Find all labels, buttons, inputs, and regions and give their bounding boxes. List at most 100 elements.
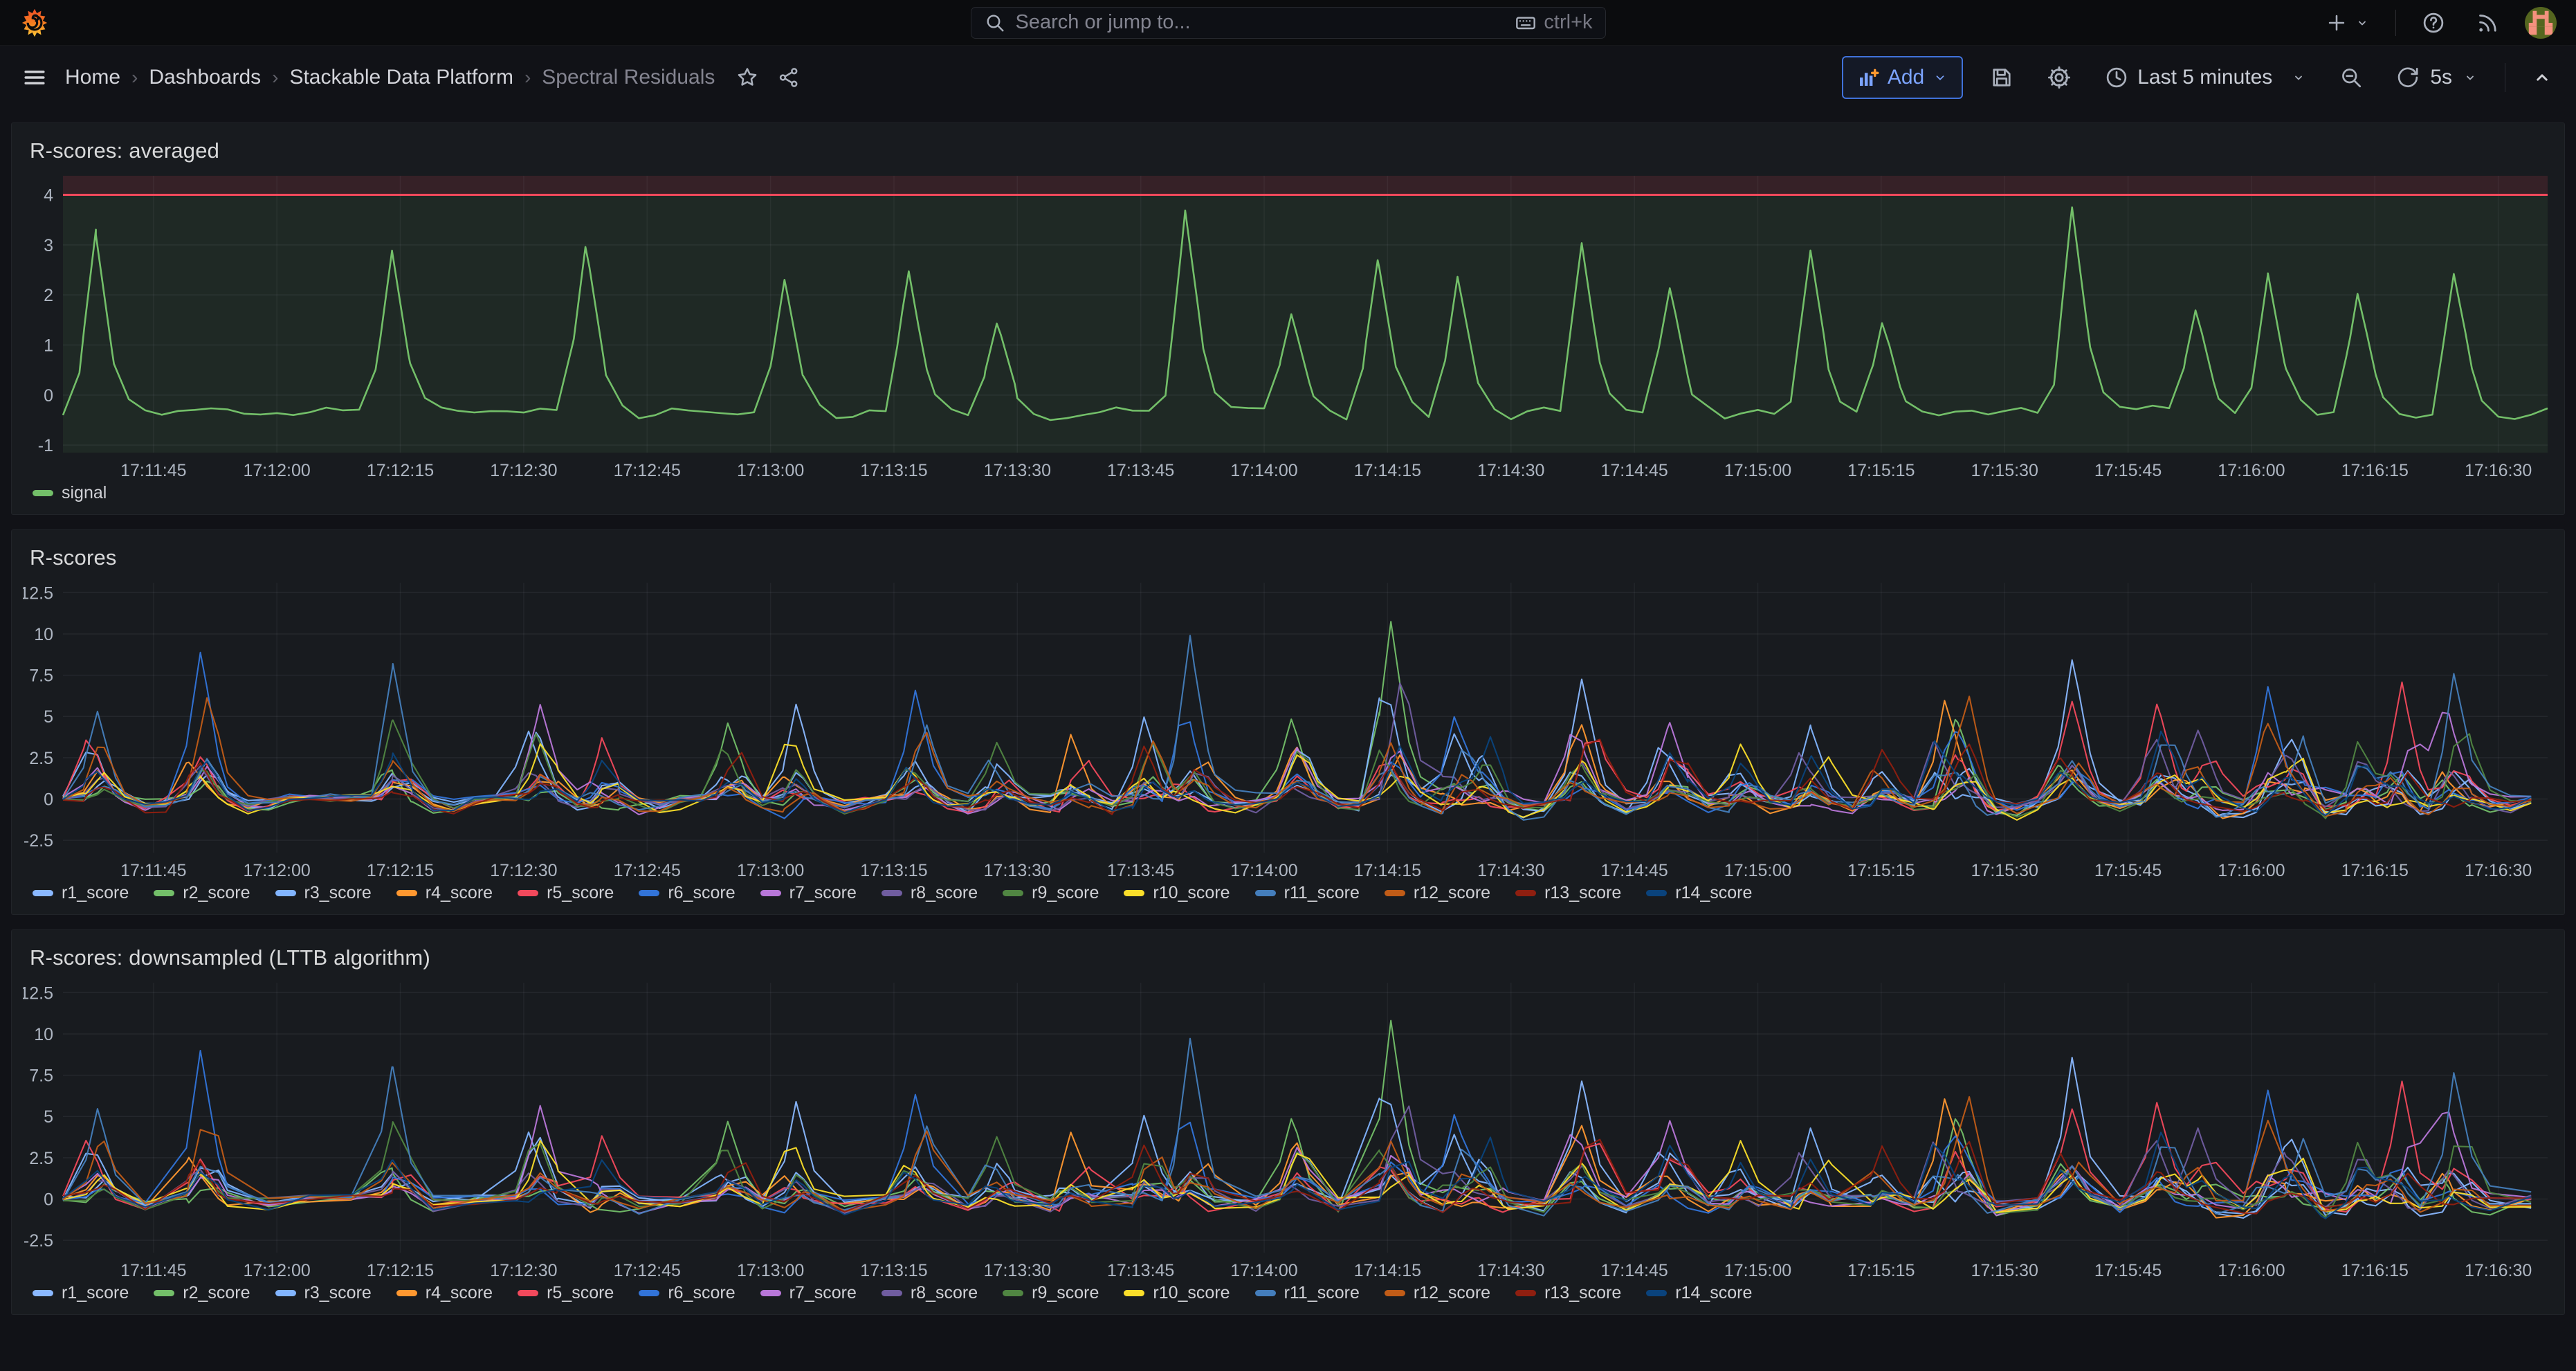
panel-title[interactable]: R-scores: averaged — [23, 133, 2553, 166]
panel-rscores: R-scores 12.5107.552.50-2.517:11:4517:12… — [11, 529, 2565, 915]
x-tick-label: 17:11:45 — [120, 1261, 186, 1280]
legend-label: r14_score — [1675, 1283, 1752, 1303]
breadcrumb-item[interactable]: Home — [65, 66, 120, 89]
new-button[interactable] — [2321, 7, 2375, 39]
legend-item[interactable]: r2_score — [154, 883, 250, 903]
x-tick-label: 17:15:15 — [1847, 1261, 1915, 1280]
time-series-chart[interactable]: 12.5107.552.50-2.517:11:4517:12:0017:12:… — [23, 583, 2555, 882]
legend-item[interactable]: r14_score — [1646, 883, 1752, 903]
legend-item[interactable]: r5_score — [518, 1283, 614, 1303]
x-tick-label: 17:16:30 — [2465, 461, 2532, 480]
panel-title[interactable]: R-scores: downsampled (LTTB algorithm) — [23, 940, 2553, 973]
legend-label: r2_score — [183, 883, 250, 903]
zoom-out-button[interactable] — [2333, 60, 2369, 96]
refresh-picker[interactable]: 5s — [2390, 60, 2484, 96]
legend-item[interactable]: r7_score — [760, 1283, 857, 1303]
legend-item[interactable]: r3_score — [275, 883, 372, 903]
legend-item[interactable]: r1_score — [33, 1283, 129, 1303]
legend-item[interactable]: r13_score — [1515, 883, 1621, 903]
dashboard-toolbar: Home›Dashboards›Stackable Data Platform›… — [0, 46, 2576, 109]
x-tick-label: 17:13:45 — [1107, 1261, 1174, 1280]
legend-item[interactable]: r3_score — [275, 1283, 372, 1303]
legend-swatch — [881, 1290, 902, 1296]
legend-swatch — [760, 1290, 781, 1296]
legend-item[interactable]: r12_score — [1385, 1283, 1490, 1303]
legend-item[interactable]: r11_score — [1255, 883, 1360, 903]
time-range-picker[interactable]: Last 5 minutes — [2099, 60, 2312, 96]
avatar[interactable] — [2525, 7, 2557, 39]
legend-item[interactable]: r9_score — [1003, 883, 1099, 903]
legend-label: r3_score — [304, 883, 372, 903]
legend-swatch — [1124, 1290, 1144, 1296]
legend-swatch — [639, 1290, 659, 1296]
favorite-button[interactable] — [736, 66, 759, 89]
legend-item[interactable]: r12_score — [1385, 883, 1490, 903]
x-tick-label: 17:13:30 — [984, 1261, 1051, 1280]
save-dashboard-button[interactable] — [1984, 60, 2020, 96]
collapse-toolbar-button[interactable] — [2526, 62, 2558, 93]
legend-item[interactable]: r13_score — [1515, 1283, 1621, 1303]
legend-item[interactable]: r6_score — [639, 1283, 735, 1303]
dashboard-settings-button[interactable] — [2040, 59, 2078, 96]
legend-item[interactable]: signal — [33, 483, 107, 503]
x-tick-label: 17:15:30 — [1971, 461, 2038, 480]
legend-item[interactable]: r2_score — [154, 1283, 250, 1303]
legend-item[interactable]: r4_score — [396, 1283, 493, 1303]
breadcrumb-item[interactable]: Stackable Data Platform — [289, 66, 513, 89]
help-icon — [2421, 10, 2446, 35]
x-tick-label: 17:12:15 — [367, 461, 434, 480]
search-input[interactable]: Search or jump to... ctrl+k — [971, 7, 1606, 39]
legend-item[interactable]: r6_score — [639, 883, 735, 903]
x-tick-label: 17:12:30 — [490, 461, 557, 480]
news-button[interactable] — [2471, 6, 2504, 39]
x-tick-label: 17:13:45 — [1107, 861, 1174, 880]
legend-item[interactable]: r10_score — [1124, 883, 1230, 903]
legend-item[interactable]: r8_score — [881, 883, 978, 903]
series-line-r11_score — [63, 635, 2531, 820]
mega-menu-button[interactable] — [18, 61, 51, 94]
x-tick-label: 17:15:30 — [1971, 861, 2038, 880]
legend-item[interactable]: r14_score — [1646, 1283, 1752, 1303]
legend-swatch — [33, 1290, 53, 1296]
legend-swatch — [275, 890, 296, 896]
series-line-r9_score — [63, 1122, 2531, 1217]
y-tick-label: -2.5 — [24, 1231, 53, 1251]
legend-label: r9_score — [1032, 1283, 1099, 1303]
clock-icon — [2104, 65, 2129, 90]
legend-label: r10_score — [1153, 1283, 1230, 1303]
x-tick-label: 17:14:30 — [1477, 861, 1544, 880]
search-icon — [984, 12, 1006, 34]
legend-item[interactable]: r5_score — [518, 883, 614, 903]
legend-label: r4_score — [426, 1283, 493, 1303]
time-series-chart[interactable]: 43210-117:11:4517:12:0017:12:1517:12:301… — [23, 176, 2555, 482]
add-panel-button[interactable]: Add — [1842, 56, 1963, 99]
y-tick-label: 5 — [44, 1107, 53, 1127]
legend-item[interactable]: r1_score — [33, 883, 129, 903]
legend-item[interactable]: r9_score — [1003, 1283, 1099, 1303]
x-tick-label: 17:15:00 — [1724, 861, 1791, 880]
time-series-chart[interactable]: 12.5107.552.50-2.517:11:4517:12:0017:12:… — [23, 983, 2555, 1282]
x-tick-label: 17:12:30 — [490, 861, 557, 880]
legend-label: r11_score — [1284, 1283, 1360, 1303]
legend-item[interactable]: r11_score — [1255, 1283, 1360, 1303]
panel-title[interactable]: R-scores — [23, 540, 2553, 573]
add-panel-icon — [1857, 66, 1879, 89]
x-tick-label: 17:14:00 — [1230, 461, 1297, 480]
breadcrumb-item[interactable]: Dashboards — [149, 66, 261, 89]
legend-item[interactable]: r8_score — [881, 1283, 978, 1303]
chevron-down-icon — [2290, 69, 2307, 86]
x-tick-label: 17:14:45 — [1600, 1261, 1668, 1280]
help-button[interactable] — [2417, 6, 2450, 39]
legend-swatch — [154, 890, 174, 896]
y-tick-label: 10 — [34, 625, 53, 644]
x-tick-label: 17:15:15 — [1847, 861, 1915, 880]
legend-item[interactable]: r7_score — [760, 883, 857, 903]
x-tick-label: 17:12:45 — [614, 1261, 681, 1280]
legend-item[interactable]: r10_score — [1124, 1283, 1230, 1303]
share-button[interactable] — [777, 66, 801, 89]
legend-swatch — [1003, 1290, 1023, 1296]
breadcrumb-separator: › — [131, 66, 138, 89]
share-icon — [777, 66, 801, 89]
grafana-logo[interactable] — [19, 8, 50, 38]
legend-item[interactable]: r4_score — [396, 883, 493, 903]
